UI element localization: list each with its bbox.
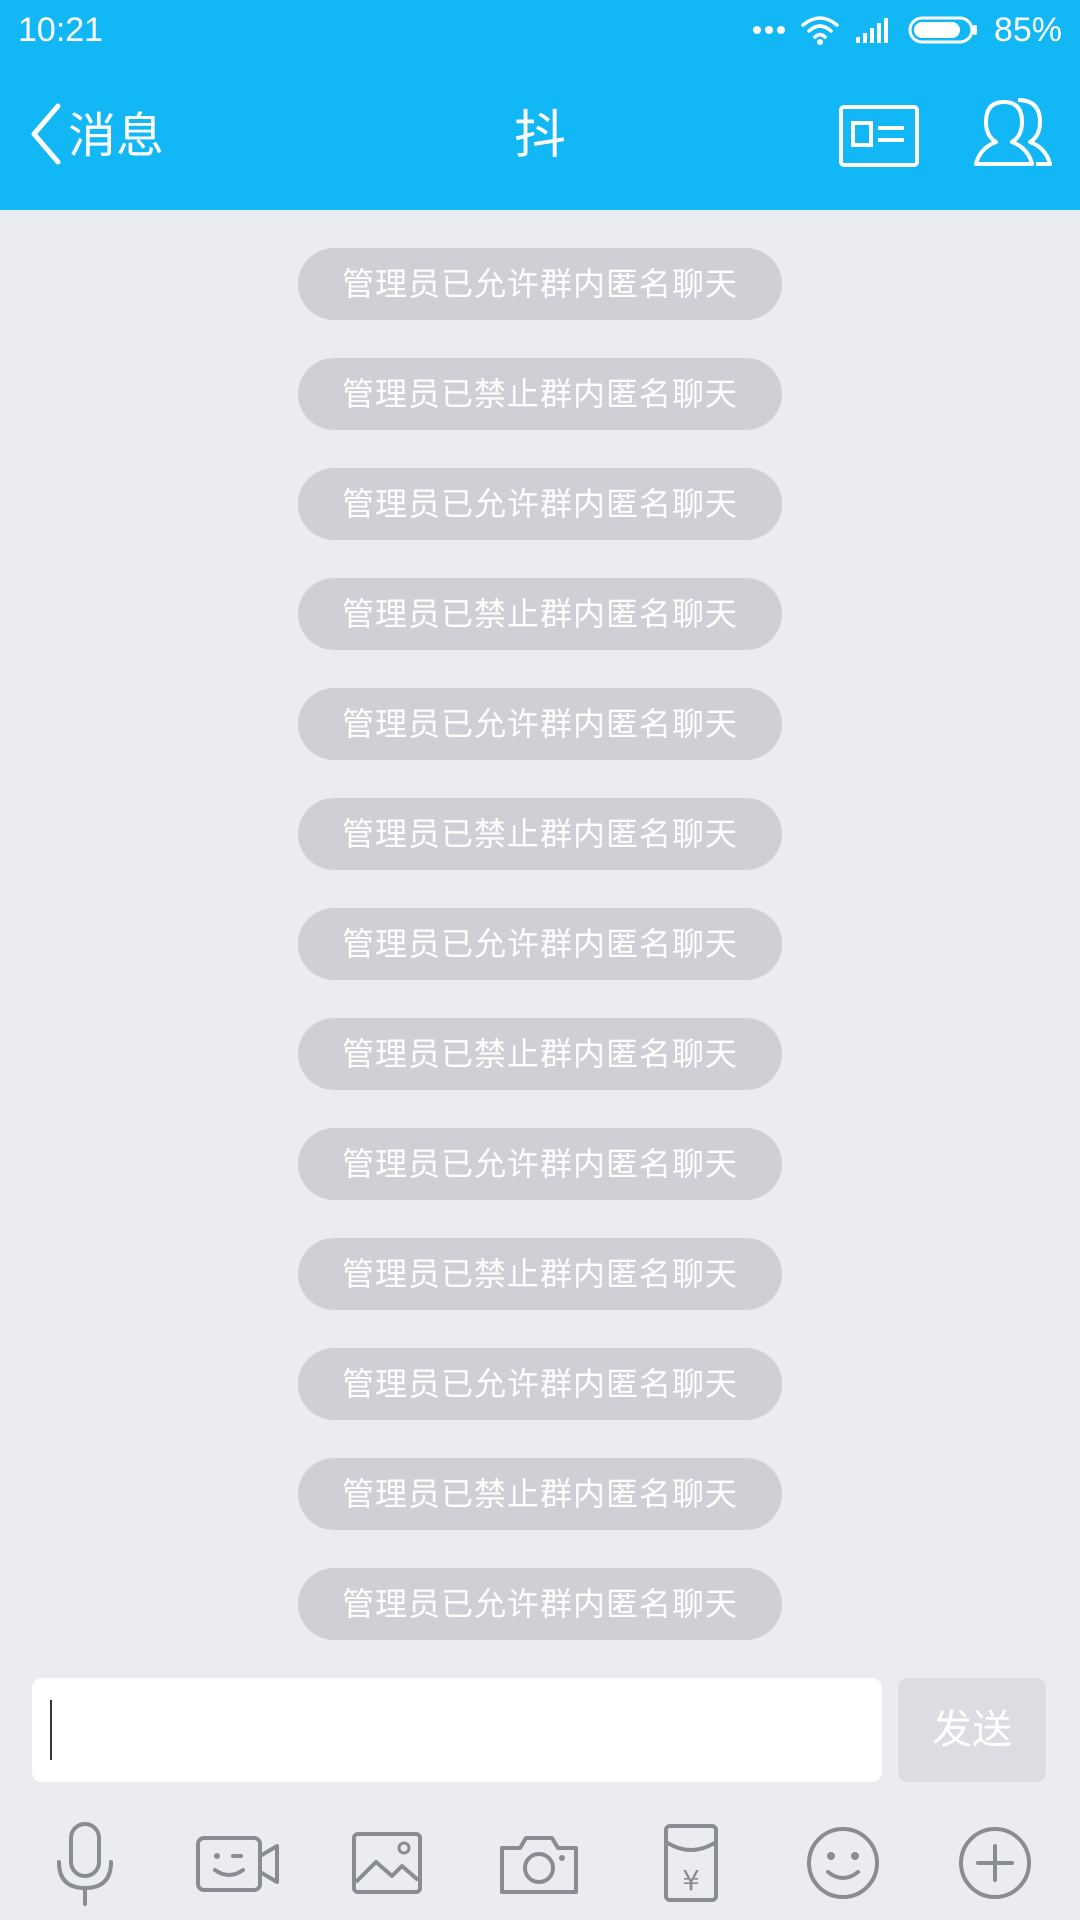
plus-icon bbox=[950, 1818, 1040, 1908]
voice-button[interactable] bbox=[40, 1818, 130, 1908]
contact-card-button[interactable] bbox=[838, 104, 920, 168]
system-message: 管理员已允许群内匿名聊天 bbox=[298, 908, 782, 980]
more-dots-icon bbox=[752, 24, 786, 36]
chat-area[interactable]: 管理员已允许群内匿名聊天 管理员已禁止群内匿名聊天 管理员已允许群内匿名聊天 管… bbox=[0, 210, 1080, 1670]
status-icons: 85% bbox=[752, 8, 1062, 52]
system-message: 管理员已允许群内匿名聊天 bbox=[298, 1348, 782, 1420]
system-message: 管理员已允许群内匿名聊天 bbox=[298, 1128, 782, 1200]
message-input[interactable] bbox=[32, 1678, 882, 1782]
group-members-icon bbox=[970, 98, 1058, 182]
system-message: 管理员已允许群内匿名聊天 bbox=[298, 468, 782, 540]
more-button[interactable] bbox=[950, 1818, 1040, 1908]
red-packet-button[interactable]: ¥ bbox=[646, 1818, 736, 1908]
camera-icon bbox=[494, 1818, 584, 1908]
camera-button[interactable] bbox=[494, 1818, 584, 1908]
system-message: 管理员已禁止群内匿名聊天 bbox=[298, 578, 782, 650]
status-time: 10:21 bbox=[18, 11, 104, 49]
system-message: 管理员已禁止群内匿名聊天 bbox=[298, 358, 782, 430]
svg-text:¥: ¥ bbox=[682, 1864, 700, 1897]
system-message: 管理员已禁止群内匿名聊天 bbox=[298, 1238, 782, 1310]
image-button[interactable] bbox=[342, 1818, 432, 1908]
group-members-button[interactable] bbox=[970, 92, 1058, 178]
video-call-icon bbox=[193, 1818, 283, 1908]
wifi-icon bbox=[800, 14, 840, 46]
video-call-button[interactable] bbox=[193, 1818, 283, 1908]
signal-icon bbox=[854, 15, 894, 45]
image-icon bbox=[342, 1818, 432, 1908]
emoji-icon bbox=[798, 1818, 888, 1908]
red-packet-icon: ¥ bbox=[646, 1818, 736, 1908]
chat-title: 抖 bbox=[513, 106, 566, 166]
text-caret bbox=[50, 1700, 52, 1760]
battery-percent: 85% bbox=[993, 11, 1062, 49]
emoji-button[interactable] bbox=[798, 1818, 888, 1908]
system-message: 管理员已允许群内匿名聊天 bbox=[298, 248, 782, 320]
battery-icon bbox=[908, 15, 980, 45]
title-bar: 消息 抖 bbox=[0, 62, 1080, 210]
system-message: 管理员已禁止群内匿名聊天 bbox=[298, 1018, 782, 1090]
input-bar: 发送 bbox=[0, 1670, 1080, 1790]
chevron-left-icon bbox=[28, 98, 64, 174]
input-toolbar: ¥ bbox=[0, 1790, 1080, 1920]
system-message: 管理员已允许群内匿名聊天 bbox=[298, 688, 782, 760]
status-bar: 10:21 85% bbox=[0, 0, 1080, 62]
system-message: 管理员已允许群内匿名聊天 bbox=[298, 1568, 782, 1640]
system-message: 管理员已禁止群内匿名聊天 bbox=[298, 1458, 782, 1530]
system-message: 管理员已禁止群内匿名聊天 bbox=[298, 798, 782, 870]
microphone-icon bbox=[40, 1818, 130, 1908]
back-button[interactable]: 消息 bbox=[28, 100, 164, 172]
send-button[interactable]: 发送 bbox=[898, 1678, 1046, 1782]
contact-card-icon bbox=[838, 105, 920, 172]
back-label: 消息 bbox=[68, 108, 165, 164]
